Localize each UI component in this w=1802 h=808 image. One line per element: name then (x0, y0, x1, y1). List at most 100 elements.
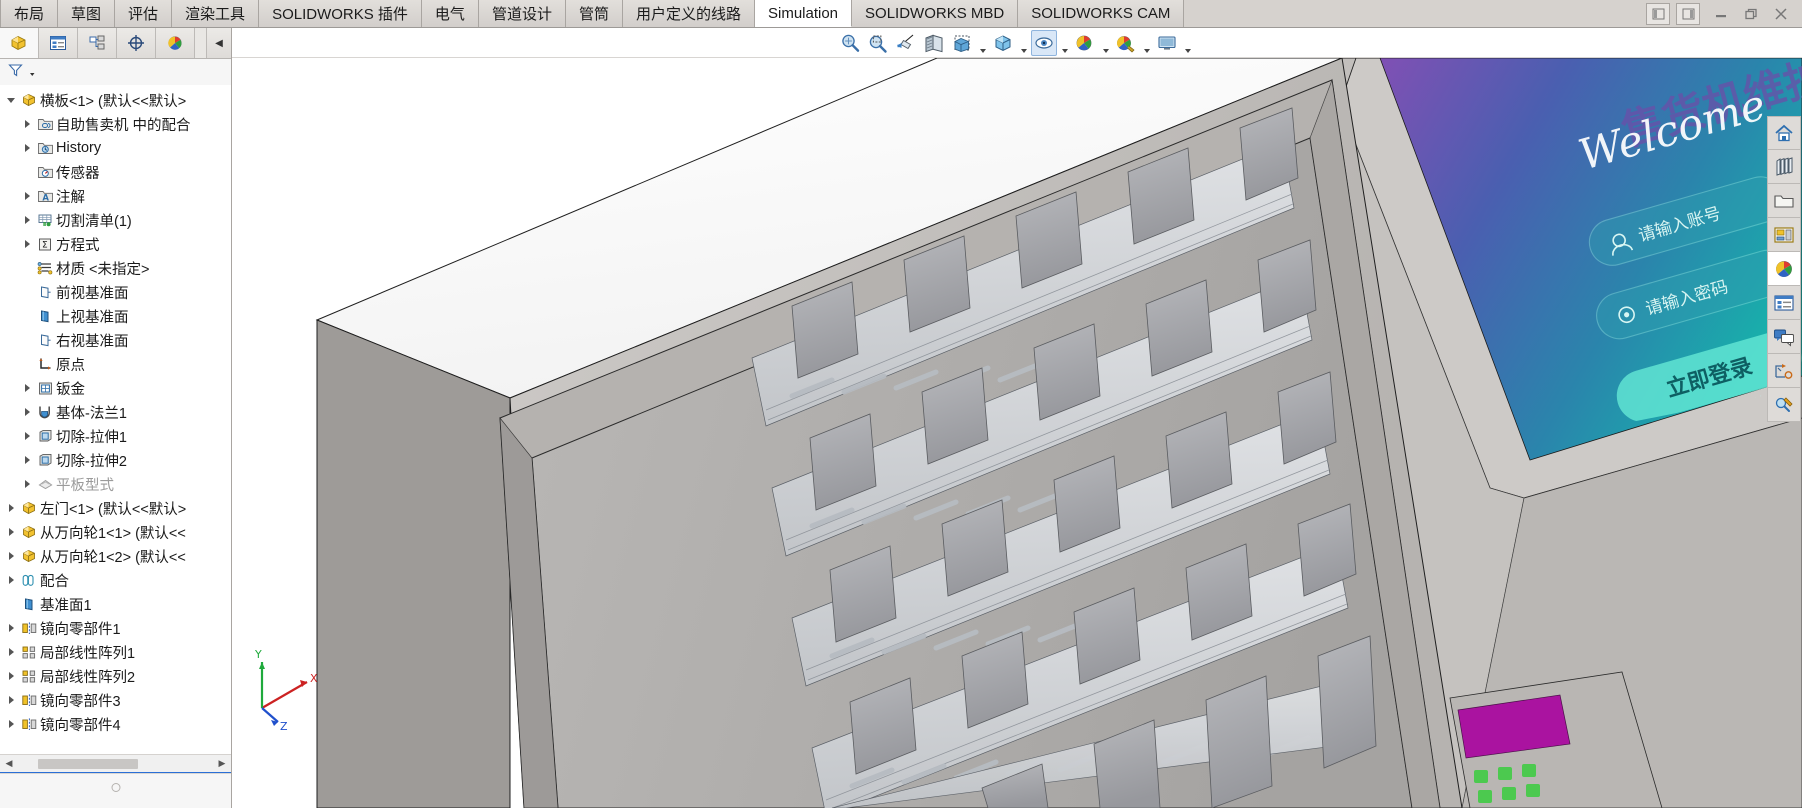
tree-expand-toggle[interactable] (4, 504, 18, 512)
tree-item[interactable]: 前视基准面 (0, 280, 231, 304)
tree-expand-toggle[interactable] (20, 216, 34, 224)
view-orientation-button[interactable] (949, 30, 975, 56)
ribbon-tab-4[interactable]: SOLIDWORKS 插件 (259, 0, 422, 27)
tree-expand-toggle[interactable] (4, 696, 18, 704)
ribbon-tab-11[interactable]: SOLIDWORKS CAM (1018, 0, 1185, 27)
tree-expand-toggle[interactable] (4, 624, 18, 632)
tree-item[interactable]: 局部线性阵列1 (0, 640, 231, 664)
collapse-panel-button[interactable]: ◀ (206, 28, 231, 58)
previous-view-button[interactable] (893, 30, 919, 56)
scroll-right-icon[interactable]: ▶ (213, 756, 231, 771)
property-manager-tab[interactable] (39, 28, 78, 58)
restore-doc-icon[interactable] (1646, 3, 1670, 25)
tree-item[interactable]: 材质 <未指定> (0, 256, 231, 280)
tree-item[interactable]: 镜向零部件3 (0, 688, 231, 712)
search-commands-icon[interactable] (1767, 388, 1801, 422)
tree-item[interactable]: Σ 方程式 (0, 232, 231, 256)
ribbon-tab-2[interactable]: 评估 (115, 0, 173, 27)
hide-show-items-button[interactable] (1031, 30, 1057, 56)
forum-icon[interactable] (1767, 320, 1801, 354)
design-library-icon[interactable] (1767, 150, 1801, 184)
panel-resize-grip[interactable] (111, 783, 120, 792)
restore-icon[interactable] (1736, 1, 1766, 27)
dimxpert-manager-tab[interactable] (117, 28, 156, 58)
tree-expand-toggle[interactable] (4, 672, 18, 680)
file-explorer-icon[interactable] (1767, 184, 1801, 218)
zoom-to-fit-button[interactable] (837, 30, 863, 56)
tree-item[interactable]: History (0, 136, 231, 160)
tree-expand-toggle[interactable] (4, 720, 18, 728)
tree-expand-toggle[interactable] (20, 384, 34, 392)
tree-expand-toggle[interactable] (4, 97, 18, 103)
filter-funnel-icon[interactable] (8, 63, 25, 81)
tree-expand-toggle[interactable] (4, 528, 18, 536)
tree-item[interactable]: 横板<1> (默认<<默认> (0, 88, 231, 112)
apply-scene-dropdown-icon[interactable] (1141, 27, 1152, 60)
tree-item[interactable]: 切割清单(1) (0, 208, 231, 232)
scroll-left-icon[interactable]: ◀ (0, 756, 18, 771)
tree-item[interactable]: 配合 (0, 568, 231, 592)
ribbon-tab-8[interactable]: 用户定义的线路 (622, 0, 755, 27)
scrollbar-thumb[interactable] (38, 759, 138, 769)
view-orientation-dropdown-icon[interactable] (977, 27, 988, 60)
tree-expand-toggle[interactable] (20, 144, 34, 152)
ribbon-tab-1[interactable]: 草图 (58, 0, 116, 27)
tree-expand-toggle[interactable] (20, 192, 34, 200)
tree-expand-toggle[interactable] (4, 576, 18, 584)
tree-item[interactable]: 传感器 (0, 160, 231, 184)
ribbon-tab-10[interactable]: SOLIDWORKS MBD (852, 0, 1019, 27)
tree-item[interactable]: 左门<1> (默认<<默认> (0, 496, 231, 520)
edit-appearance-dropdown-icon[interactable] (1100, 27, 1111, 60)
tree-item[interactable]: 原点 (0, 352, 231, 376)
ribbon-tab-9[interactable]: Simulation (754, 0, 853, 27)
tree-item[interactable]: 切除-拉伸1 (0, 424, 231, 448)
minimize-icon[interactable] (1706, 1, 1736, 27)
tree-expand-toggle[interactable] (20, 408, 34, 416)
custom-properties-icon[interactable] (1767, 286, 1801, 320)
tree-item[interactable]: 局部线性阵列2 (0, 664, 231, 688)
tree-item[interactable]: 镜向零部件4 (0, 712, 231, 736)
tree-item[interactable]: 右视基准面 (0, 328, 231, 352)
tree-item[interactable]: 基体-法兰1 (0, 400, 231, 424)
section-view-button[interactable] (921, 30, 947, 56)
tree-item[interactable]: 上视基准面 (0, 304, 231, 328)
close-icon[interactable] (1766, 1, 1796, 27)
tree-expand-toggle[interactable] (20, 240, 34, 248)
filter-dropdown-icon[interactable] (28, 66, 37, 78)
ribbon-tab-7[interactable]: 管筒 (565, 0, 623, 27)
feature-manager-tab[interactable] (0, 28, 39, 58)
configuration-manager-tab[interactable] (78, 28, 117, 58)
tree-item[interactable]: 自助售卖机 中的配合 (0, 112, 231, 136)
tree-expand-toggle[interactable] (4, 648, 18, 656)
tree-expand-toggle[interactable] (20, 456, 34, 464)
tree-item[interactable]: A 注解 (0, 184, 231, 208)
display-manager-tab[interactable] (156, 28, 195, 58)
zoom-to-area-button[interactable] (865, 30, 891, 56)
display-style-button[interactable] (990, 30, 1016, 56)
tree-item[interactable]: 基准面1 (0, 592, 231, 616)
graphics-viewport[interactable]: 售货机维护系统 Welcome 请输入账号 请输入密码 立即登录 X Y Z (232, 58, 1802, 808)
edit-appearance-button[interactable] (1072, 30, 1098, 56)
ribbon-tab-6[interactable]: 管道设计 (478, 0, 566, 27)
scrollbar-track[interactable] (18, 756, 213, 771)
appearances-scenes-icon[interactable] (1767, 252, 1801, 286)
feature-tree[interactable]: 横板<1> (默认<<默认> 自助售卖机 中的配合 History 传感器 A 注解 切割清… (0, 85, 231, 755)
hide-show-items-dropdown-icon[interactable] (1059, 27, 1070, 60)
solidworks-resources-icon[interactable] (1767, 116, 1801, 150)
tree-item[interactable]: 从万向轮1<2> (默认<< (0, 544, 231, 568)
tree-expand-toggle[interactable] (4, 552, 18, 560)
expand-doc-icon[interactable] (1676, 3, 1700, 25)
ribbon-tab-3[interactable]: 渲染工具 (172, 0, 260, 27)
display-style-dropdown-icon[interactable] (1018, 27, 1029, 60)
tree-expand-toggle[interactable] (20, 432, 34, 440)
tree-expand-toggle[interactable] (20, 480, 34, 488)
tree-item[interactable]: 切除-拉伸2 (0, 448, 231, 472)
feature-tree-hscrollbar[interactable]: ◀ ▶ (0, 754, 231, 772)
tree-item[interactable]: 镜向零部件1 (0, 616, 231, 640)
drawing-views-icon[interactable] (1767, 354, 1801, 388)
view-settings-dropdown-icon[interactable] (1182, 27, 1193, 60)
tree-item[interactable]: 钣金 (0, 376, 231, 400)
tree-item[interactable]: 平板型式 (0, 472, 231, 496)
view-palette-icon[interactable] (1767, 218, 1801, 252)
ribbon-tab-5[interactable]: 电气 (421, 0, 479, 27)
